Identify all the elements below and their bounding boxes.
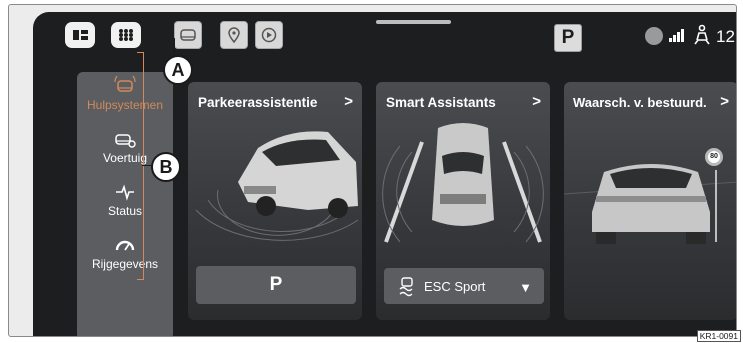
vehicle-settings-icon [115, 134, 136, 148]
callout-connector-a [174, 38, 175, 56]
parking-assist-button[interactable]: P [196, 266, 356, 304]
profile-avatar[interactable] [645, 27, 663, 45]
chevron-right-icon: > [344, 93, 353, 110]
assist-car-icon [114, 76, 136, 92]
car-shortcut-button[interactable] [174, 21, 202, 49]
esc-mode-label: ESC Sport [424, 279, 486, 294]
clock: 12:33 [716, 27, 736, 46]
menu-icon [73, 30, 88, 40]
parking-badge[interactable]: P [554, 24, 582, 52]
chevron-right-icon: > [532, 93, 541, 110]
signal-icon [669, 29, 684, 42]
sidebar-bracket [137, 52, 144, 280]
card-title: Smart Assistants [386, 95, 496, 110]
car-front-icon [180, 29, 196, 41]
pulse-icon [116, 184, 134, 201]
sidebar-item-label: Rijgegevens [91, 257, 159, 271]
chevron-right-icon: > [720, 93, 729, 110]
sidebar: Hulpsystemen Voertuig Status Rijgegevens [77, 72, 173, 336]
esc-traction-icon [399, 277, 413, 297]
sidebar-item-hulpsystemen[interactable]: Hulpsystemen [77, 76, 173, 112]
card-parkeerassistentie[interactable]: Parkeerassistentie > P [188, 82, 362, 320]
play-icon [261, 27, 277, 43]
location-pin-icon [228, 27, 240, 44]
menu-button[interactable] [65, 22, 95, 48]
callout-b: B [151, 152, 181, 182]
driver-warning-car-illustration [564, 164, 736, 244]
card-title: Parkeerassistentie [198, 95, 318, 110]
sidebar-item-label: Hulpsystemen [86, 98, 164, 112]
seat-occupant-icon [694, 24, 710, 45]
callout-a: A [163, 55, 193, 85]
sidebar-item-status[interactable]: Status [77, 182, 173, 218]
navigation-shortcut-button[interactable] [220, 21, 248, 49]
speed-limit-sign: 80 [705, 148, 723, 166]
sidebar-item-rijgegevens[interactable]: Rijgegevens [77, 235, 173, 271]
apps-grid-icon [119, 29, 133, 41]
gauge-icon [115, 240, 135, 251]
drag-handle[interactable] [376, 20, 451, 24]
media-shortcut-button[interactable] [255, 21, 283, 49]
esc-mode-dropdown[interactable]: ESC Sport ▼ [384, 268, 544, 304]
apps-button[interactable] [111, 22, 141, 48]
display-frame: P 12:33 Hulpsystemen Voertuig Status [8, 4, 737, 337]
sidebar-item-label: Status [107, 204, 143, 218]
card-smart-assistants[interactable]: Smart Assistants > ESC Sport ▼ [376, 82, 550, 320]
card-waarschuwing-bestuurder[interactable]: Waarsch. v. bestuurd. > 80 [564, 82, 736, 320]
reference-code: KR1-0091 [696, 330, 741, 342]
dropdown-arrow-icon: ▼ [519, 280, 532, 295]
card-title: Waarsch. v. bestuurd. [573, 95, 707, 110]
